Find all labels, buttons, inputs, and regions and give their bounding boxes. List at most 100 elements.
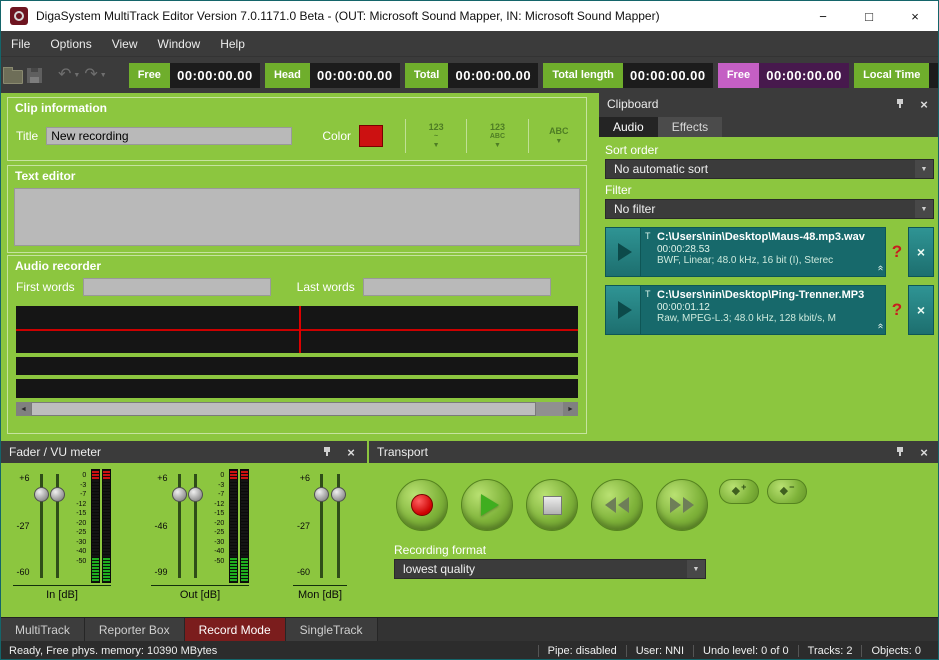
- fader-knob[interactable]: [172, 487, 187, 502]
- counter-label: Head: [265, 63, 310, 88]
- fader-slider[interactable]: [33, 469, 50, 583]
- fader-panel-titlebar: Fader / VU meter ×: [1, 441, 367, 463]
- menu-item-file[interactable]: File: [1, 31, 40, 56]
- save-button[interactable]: [27, 61, 42, 89]
- fader-group-mon: +6 -27 -60 Mon [dB]: [293, 469, 347, 601]
- slider-scale-labels: +6 -27 -60: [293, 469, 313, 583]
- pin-button[interactable]: [319, 444, 335, 460]
- fader-slider[interactable]: [187, 469, 204, 583]
- fader-knob[interactable]: [50, 487, 65, 502]
- scrollbar-thumb[interactable]: [31, 402, 536, 416]
- fader-slider[interactable]: [49, 469, 66, 583]
- close-button[interactable]: ×: [892, 1, 938, 31]
- collapse-icon[interactable]: «: [875, 323, 885, 329]
- menu-item-help[interactable]: Help: [210, 31, 255, 56]
- tab-singletrack[interactable]: SingleTrack: [286, 618, 378, 641]
- fader-slider[interactable]: [330, 469, 347, 583]
- minimize-button[interactable]: −: [800, 1, 846, 31]
- waveform-scrollbar[interactable]: ◄ ►: [16, 402, 578, 416]
- missing-file-icon: ?: [886, 227, 908, 277]
- menu-item-window[interactable]: Window: [148, 31, 211, 56]
- numbering-abc-tool-button[interactable]: 123 ABC ▼: [478, 123, 516, 150]
- fader-knob[interactable]: [331, 487, 346, 502]
- tab-audio[interactable]: Audio: [599, 117, 658, 137]
- menu-item-options[interactable]: Options: [40, 31, 101, 56]
- fader-slider[interactable]: [171, 469, 188, 583]
- tab-effects[interactable]: Effects: [658, 117, 722, 137]
- entry-play-button[interactable]: [605, 285, 641, 335]
- entry-info: T C:\Users\nin\Desktop\Ping-Trenner.MP3 …: [641, 285, 886, 335]
- menu-item-view[interactable]: View: [102, 31, 148, 56]
- abc-tool-button[interactable]: ABC ▼: [540, 127, 578, 146]
- transport-body: ◆ + ◆ − Recording format lowest quality …: [369, 463, 939, 617]
- open-button[interactable]: [3, 61, 23, 89]
- tab-reporter-box[interactable]: Reporter Box: [85, 618, 185, 641]
- entry-delete-button[interactable]: ×: [908, 227, 934, 277]
- record-button[interactable]: [396, 479, 448, 531]
- fader-knob[interactable]: [34, 487, 49, 502]
- numbering-wave-tool-button[interactable]: 123 ~ ▼: [417, 123, 455, 150]
- clipboard-entry[interactable]: T C:\Users\nin\Desktop\Maus-48.mp3.wav 0…: [605, 227, 934, 277]
- waveform-display[interactable]: [16, 306, 578, 398]
- audio-recorder-panel: Audio recorder First words Last words ◄ …: [7, 255, 587, 434]
- first-words-input[interactable]: [83, 278, 271, 296]
- title-bar: DigaSystem MultiTrack Editor Version 7.0…: [1, 1, 938, 31]
- rewind-button[interactable]: [591, 479, 643, 531]
- color-swatch[interactable]: [359, 125, 383, 147]
- track-marker: T: [645, 231, 651, 241]
- play-icon: [481, 494, 499, 516]
- tab-multitrack[interactable]: MultiTrack: [1, 618, 85, 641]
- close-button[interactable]: ×: [343, 444, 359, 460]
- fader-slider[interactable]: [313, 469, 330, 583]
- rewind-icon: [605, 497, 629, 513]
- collapse-icon[interactable]: «: [875, 265, 885, 271]
- clipboard-entry[interactable]: T C:\Users\nin\Desktop\Ping-Trenner.MP3 …: [605, 285, 934, 335]
- close-button[interactable]: ×: [916, 96, 932, 112]
- fast-forward-button[interactable]: [656, 479, 708, 531]
- fader-knob[interactable]: [188, 487, 203, 502]
- menu-bar: File Options View Window Help: [1, 31, 938, 56]
- counter-head: Head 00:00:00.00: [265, 63, 400, 88]
- last-words-input[interactable]: [363, 278, 551, 296]
- maximize-button[interactable]: □: [846, 1, 892, 31]
- numbers-icon: 123: [490, 123, 505, 133]
- clipboard-tabs: Audio Effects: [599, 115, 939, 137]
- entry-play-button[interactable]: [605, 227, 641, 277]
- counter-label: Total length: [543, 63, 623, 88]
- meter-tick: -25: [214, 529, 224, 536]
- marker-add-button[interactable]: ◆ +: [719, 479, 759, 504]
- meter-scale: 0 -3 -7 -12 -15 -20 -25 -30 -40 -50: [204, 469, 228, 565]
- counter-free-purple: Free 00:00:00.00: [718, 63, 849, 88]
- sort-order-value: No automatic sort: [614, 162, 909, 176]
- text-editor-area[interactable]: [14, 188, 580, 246]
- undo-button[interactable]: ↶ ▼: [58, 61, 80, 89]
- scroll-right-button[interactable]: ►: [563, 402, 578, 416]
- entry-delete-button[interactable]: ×: [908, 285, 934, 335]
- filter-select[interactable]: No filter ▼: [605, 199, 934, 219]
- filter-label: Filter: [605, 183, 934, 197]
- entry-format: BWF, Linear; 48.0 kHz, 16 bit (I), Stere…: [657, 255, 875, 266]
- clipboard-panel: Clipboard × Audio Effects Sort order No …: [599, 93, 939, 438]
- close-button[interactable]: ×: [916, 444, 932, 460]
- numbers-icon: 123: [429, 123, 444, 133]
- counter-total-length: Total length 00:00:00.00: [543, 63, 713, 88]
- status-pipe: Pipe: disabled: [538, 645, 626, 657]
- pin-button[interactable]: [892, 444, 908, 460]
- clip-title-input[interactable]: [46, 127, 292, 145]
- clipboard-body: Sort order No automatic sort ▼ Filter No…: [599, 137, 939, 337]
- diamond-minus-icon: ◆: [780, 486, 788, 497]
- status-undo-level: Undo level: 0 of 0: [693, 645, 798, 657]
- play-button[interactable]: [461, 479, 513, 531]
- recording-format-select[interactable]: lowest quality ▼: [394, 559, 706, 579]
- sort-order-select[interactable]: No automatic sort ▼: [605, 159, 934, 179]
- redo-button[interactable]: ↷ ▼: [84, 61, 106, 89]
- marker-remove-button[interactable]: ◆ −: [767, 479, 807, 504]
- stop-button[interactable]: [526, 479, 578, 531]
- recording-format-label: Recording format: [394, 543, 486, 557]
- tab-record-mode[interactable]: Record Mode: [185, 618, 286, 641]
- panel-title: Text editor: [8, 166, 586, 186]
- panel-title: Transport: [377, 445, 884, 459]
- fader-knob[interactable]: [314, 487, 329, 502]
- scroll-left-button[interactable]: ◄: [16, 402, 31, 416]
- pin-button[interactable]: [892, 96, 908, 112]
